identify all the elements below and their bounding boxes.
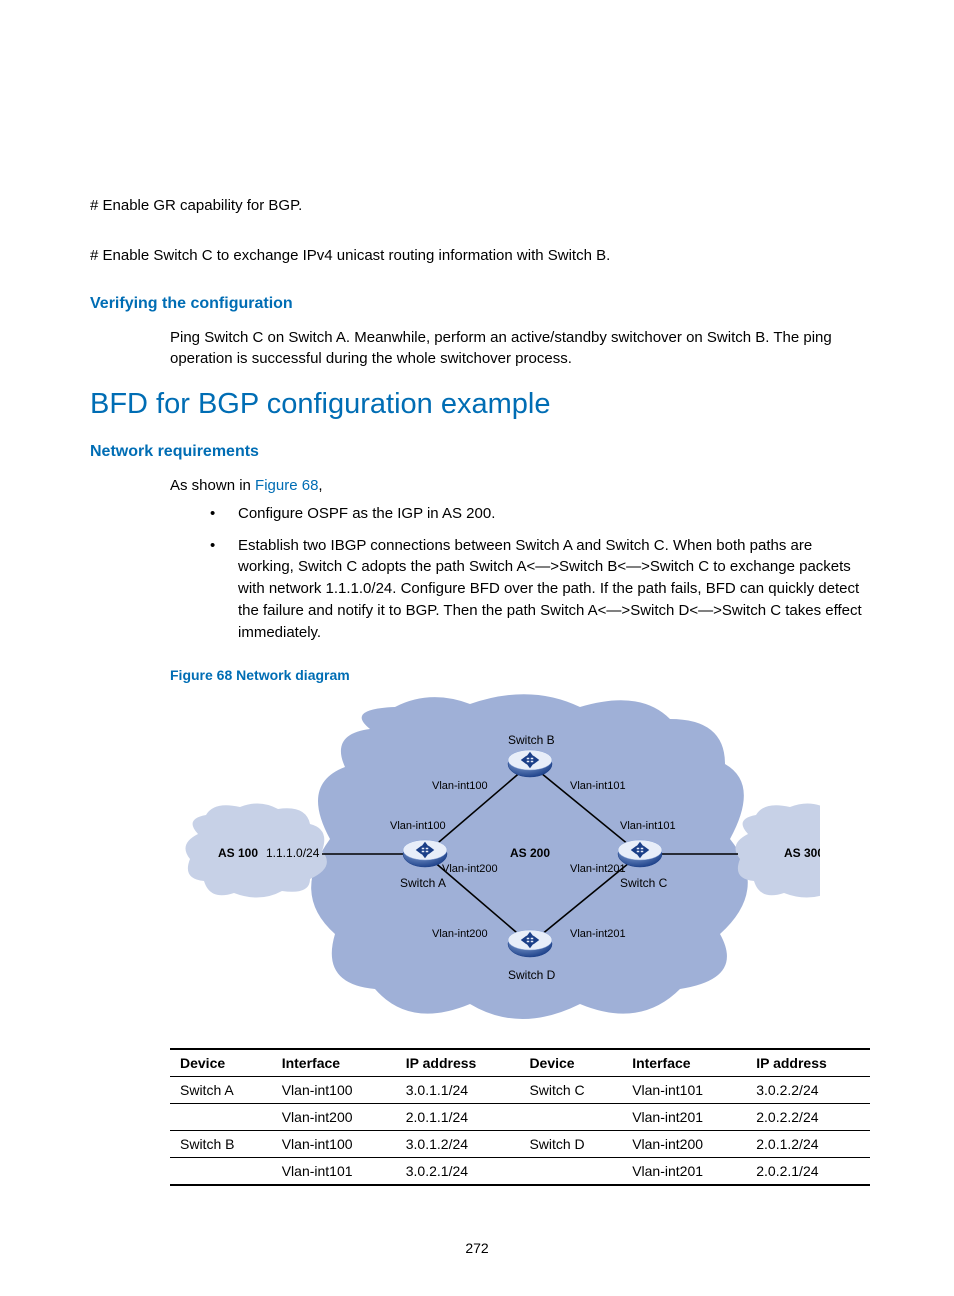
swD-label: Switch D (508, 968, 556, 982)
table-row: Switch A Vlan-int100 3.0.1.1/24 Switch C… (170, 1077, 870, 1104)
list-item: Establish two IBGP connections between S… (210, 535, 864, 644)
verifying-body: Ping Switch C on Switch A. Meanwhile, pe… (170, 327, 864, 371)
cell: Vlan-int100 (272, 1131, 396, 1158)
th-device2: Device (519, 1049, 622, 1077)
table-header-row: Device Interface IP address Device Inter… (170, 1049, 870, 1077)
router-icon (508, 930, 552, 957)
cell: Switch C (519, 1077, 622, 1104)
as100-label: AS 100 (218, 846, 258, 860)
cell: Switch D (519, 1131, 622, 1158)
ip-address-table: Device Interface IP address Device Inter… (170, 1048, 870, 1186)
th-interface: Interface (272, 1049, 396, 1077)
cell: Vlan-int101 (622, 1077, 746, 1104)
table-row: Vlan-int101 3.0.2.1/24 Vlan-int201 2.0.2… (170, 1158, 870, 1186)
as-shown-prefix: As shown in (170, 477, 255, 494)
swC-label: Switch C (620, 876, 668, 890)
cell: Vlan-int201 (622, 1158, 746, 1186)
th-ip2: IP address (746, 1049, 870, 1077)
verifying-heading: Verifying the configuration (90, 295, 864, 313)
figure-caption: Figure 68 Network diagram (170, 667, 864, 683)
cell (519, 1104, 622, 1131)
as-shown-line: As shown in Figure 68, (170, 475, 864, 497)
v101b: Vlan-int101 (620, 820, 676, 832)
net-label: 1.1.1.0/24 (266, 846, 320, 860)
as-shown-comma: , (318, 477, 322, 494)
v101a: Vlan-int101 (570, 780, 626, 792)
cell (170, 1104, 272, 1131)
router-icon (508, 750, 552, 777)
page-number: 272 (0, 1240, 954, 1256)
cell: Vlan-int201 (622, 1104, 746, 1131)
cell (170, 1158, 272, 1186)
cell: 2.0.2.1/24 (746, 1158, 870, 1186)
requirements-list: Configure OSPF as the IGP in AS 200. Est… (90, 503, 864, 644)
v200a: Vlan-int200 (442, 863, 498, 875)
table-row: Switch B Vlan-int100 3.0.1.2/24 Switch D… (170, 1131, 870, 1158)
table-row: Vlan-int200 2.0.1.1/24 Vlan-int201 2.0.2… (170, 1104, 870, 1131)
cell: 2.0.1.2/24 (746, 1131, 870, 1158)
router-icon (403, 840, 447, 867)
cell: Vlan-int100 (272, 1077, 396, 1104)
th-ip: IP address (396, 1049, 520, 1077)
cell: 3.0.1.2/24 (396, 1131, 520, 1158)
cell (519, 1158, 622, 1186)
enable-gr-line: # Enable GR capability for BGP. (90, 195, 864, 217)
swB-label: Switch B (508, 733, 555, 747)
cell: 3.0.2.1/24 (396, 1158, 520, 1186)
cell: Vlan-int200 (622, 1131, 746, 1158)
cell: 3.0.1.1/24 (396, 1077, 520, 1104)
cell: 3.0.2.2/24 (746, 1077, 870, 1104)
list-item: Configure OSPF as the IGP in AS 200. (210, 503, 864, 525)
as300-label: AS 300 (784, 846, 820, 860)
section-title: BFD for BGP configuration example (90, 388, 864, 421)
v100a: Vlan-int100 (432, 780, 488, 792)
v200b: Vlan-int200 (432, 928, 488, 940)
cell: Vlan-int200 (272, 1104, 396, 1131)
th-interface2: Interface (622, 1049, 746, 1077)
cell: 2.0.1.1/24 (396, 1104, 520, 1131)
v201a: Vlan-int201 (570, 863, 626, 875)
figure-link[interactable]: Figure 68 (255, 477, 318, 494)
network-diagram: AS 100 1.1.1.0/24 AS 200 AS 300 Switch B… (170, 689, 820, 1034)
cell: Switch B (170, 1131, 272, 1158)
v100b: Vlan-int100 (390, 820, 446, 832)
cell: Vlan-int101 (272, 1158, 396, 1186)
swA-label: Switch A (400, 876, 446, 890)
v201b: Vlan-int201 (570, 928, 626, 940)
cell: Switch A (170, 1077, 272, 1104)
th-device: Device (170, 1049, 272, 1077)
cell: 2.0.2.2/24 (746, 1104, 870, 1131)
as200-label: AS 200 (510, 846, 550, 860)
netreq-heading: Network requirements (90, 443, 864, 461)
enable-exchange-line: # Enable Switch C to exchange IPv4 unica… (90, 245, 864, 267)
